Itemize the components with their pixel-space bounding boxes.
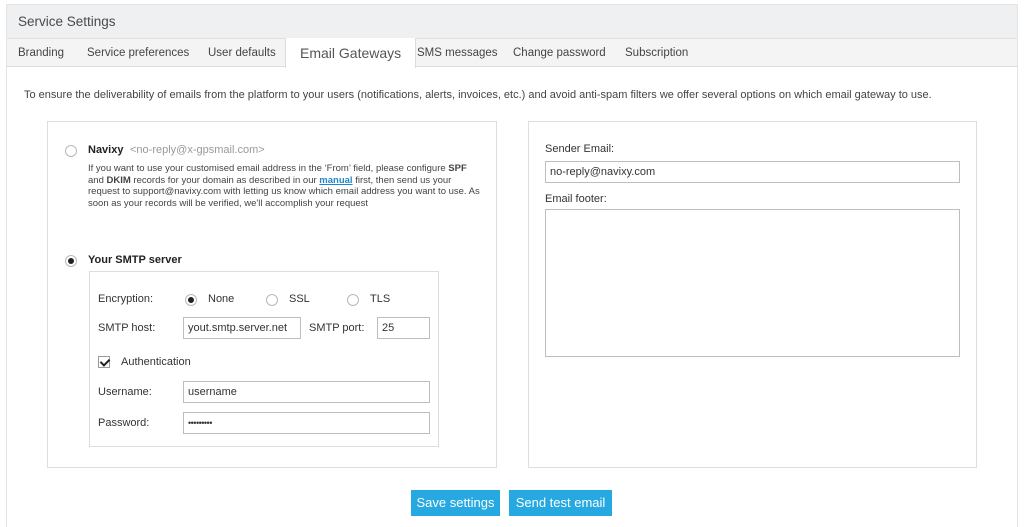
tab-subscription[interactable]: Subscription	[625, 39, 688, 67]
encryption-ssl-radio[interactable]	[266, 294, 278, 306]
save-settings-button[interactable]: Save settings	[411, 490, 500, 516]
tab-service-preferences[interactable]: Service preferences	[87, 39, 189, 67]
tab-email-gateways[interactable]: Email Gateways	[285, 38, 417, 68]
tab-sms-messages[interactable]: SMS messages	[417, 39, 498, 67]
manual-link[interactable]: manual	[319, 175, 352, 186]
authentication-checkbox[interactable]	[98, 356, 110, 368]
navixy-radio[interactable]	[65, 145, 77, 157]
tab-change-password[interactable]: Change password	[513, 39, 606, 67]
note-text: and	[88, 174, 107, 186]
encryption-label: Encryption:	[98, 293, 154, 305]
username-input[interactable]: username	[183, 381, 430, 403]
email-footer-textarea[interactable]	[545, 209, 960, 357]
smtp-port-label: SMTP port:	[309, 322, 365, 334]
sender-email-input[interactable]: no-reply@navixy.com	[545, 161, 960, 183]
password-label: Password:	[98, 417, 150, 429]
note-dkim: DKIM	[106, 174, 131, 186]
encryption-none-label: None	[208, 293, 235, 305]
email-footer-label: Email footer:	[545, 193, 607, 205]
tab-bar: Branding Service preferences User defaul…	[7, 38, 1017, 68]
encryption-none-radio[interactable]	[185, 294, 197, 306]
gateway-description: To ensure the deliverability of emails f…	[24, 89, 932, 101]
encryption-tls-label: TLS	[370, 293, 391, 305]
window-title: Service Settings	[7, 5, 1017, 39]
note-text: records for your domain as described in …	[130, 174, 320, 186]
password-input[interactable]: •••••••••	[183, 412, 430, 434]
tab-branding[interactable]: Branding	[18, 39, 64, 67]
tab-user-defaults[interactable]: User defaults	[208, 39, 276, 67]
navixy-address: <no-reply@x-gpsmail.com>	[130, 144, 265, 156]
smtp-host-label: SMTP host:	[98, 322, 156, 334]
smtp-radio[interactable]	[65, 255, 77, 267]
navixy-note: If you want to use your customised email…	[88, 163, 483, 210]
encryption-tls-radio[interactable]	[347, 294, 359, 306]
note-spf: SPF	[448, 163, 467, 174]
note-text: If you want to use your customised email…	[88, 163, 449, 174]
encryption-ssl-label: SSL	[289, 293, 310, 305]
sender-email-label: Sender Email:	[545, 143, 615, 155]
send-test-email-button[interactable]: Send test email	[509, 490, 612, 516]
authentication-label: Authentication	[121, 356, 191, 368]
smtp-port-input[interactable]: 25	[377, 317, 430, 339]
smtp-host-input[interactable]: yout.smtp.server.net	[183, 317, 301, 339]
navixy-label: Navixy	[88, 144, 124, 156]
username-label: Username:	[98, 386, 152, 398]
smtp-label: Your SMTP server	[88, 254, 182, 266]
